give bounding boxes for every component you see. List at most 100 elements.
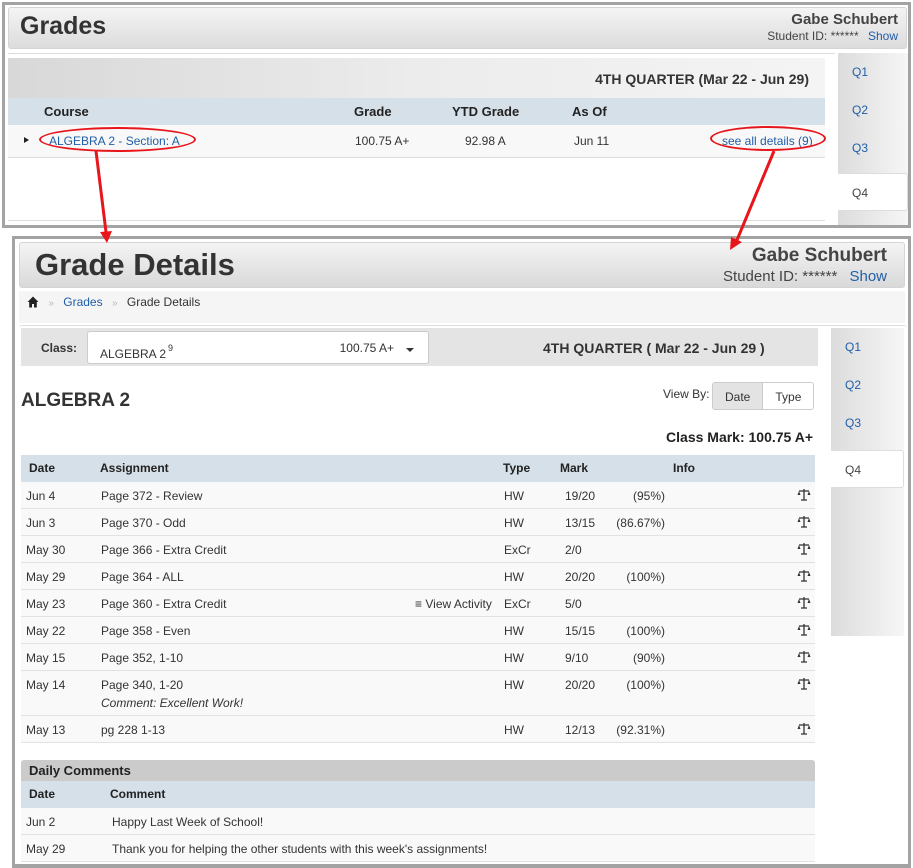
student-name: Gabe Schubert [751,245,887,266]
assignments-table-header: Date Assignment Type Mark Info [21,455,815,482]
view-by-date-button[interactable]: Date [713,383,764,409]
tab-q4[interactable]: Q4 [838,173,908,211]
scale-icon[interactable] [797,596,811,610]
student-id-label: Student ID: [723,268,799,285]
course-grade: 100.75 A+ [355,134,410,148]
tab-q3[interactable]: Q3 [831,404,904,442]
assignment-mark: 12/13 [565,723,596,737]
show-id-link[interactable]: Show [849,268,887,285]
assignment-type: HW [504,516,524,530]
assignment-mark: 20/20 [565,570,596,584]
assignment-type: HW [504,651,524,665]
table-row: May 15 Page 352, 1-10 HW 9/10 (90%) [21,644,815,671]
grades-header: Grades Gabe Schubert Student ID: ****** … [8,7,907,49]
col-date: Date [29,461,56,475]
col-grade: Grade [354,104,392,119]
quarter-title: 4TH QUARTER ( Mar 22 - Jun 29 ) [543,340,765,356]
student-info: Gabe Schubert Student ID: ****** Show [767,11,898,43]
assignment-date: May 29 [26,570,66,584]
assignment-type: HW [504,489,524,503]
class-select-grade: 100.75 A+ [339,341,394,355]
divider [8,220,825,221]
scale-icon[interactable] [797,623,811,637]
assignment-type: ExCr [504,543,531,557]
assignment-date: May 13 [26,723,66,737]
table-row: May 13 pg 228 1-13 HW 12/13 (92.31%) [21,716,815,743]
breadcrumb-current: Grade Details [126,295,201,309]
scale-icon[interactable] [797,515,811,529]
quarter-bar: 4TH QUARTER (Mar 22 - Jun 29) [8,58,825,98]
scale-icon[interactable] [797,542,811,556]
assignment-name: Page 360 - Extra Credit [101,597,227,611]
view-by-toggle: Date Type [712,382,815,410]
tab-q1[interactable]: Q1 [838,53,908,91]
col-date: Date [29,787,56,801]
tab-q2[interactable]: Q2 [831,366,904,404]
details-content: Class: ALGEBRA 29 100.75 A+ 4TH QUARTER … [19,325,907,865]
assignment-percent: (100%) [626,570,665,584]
assignment-mark: 2/0 [565,543,582,557]
daily-comments: Daily Comments Date Comment Jun 2 Happy L… [21,760,815,862]
assignment-date: Jun 3 [26,516,56,530]
expand-arrow-icon[interactable] [24,137,29,143]
assignment-name: Page 364 - ALL [101,570,184,584]
assignment-name: Page 358 - Even [101,624,191,638]
assignment-name: Page 370 - Odd [101,516,186,530]
breadcrumb-grades[interactable]: Grades [63,295,102,309]
col-assignment: Assignment [100,461,169,475]
comment-date: May 29 [26,842,66,856]
assignment-name: Page 372 - Review [101,489,203,503]
tab-q1[interactable]: Q1 [831,328,904,366]
student-id-label: Student ID: [767,29,828,43]
student-info: Gabe Schubert Student ID: ****** Show [723,245,887,285]
comment-row: Jun 2 Happy Last Week of School! [21,808,815,835]
assignment-percent: (95%) [632,489,665,503]
daily-comments-title: Daily Comments [21,760,815,781]
col-ytd-grade: YTD Grade [452,104,520,119]
assignment-name: Page 352, 1-10 [101,651,184,665]
scale-icon[interactable] [797,650,811,664]
annotation-oval [39,127,196,152]
grade-details-panel: Grade Details Gabe Schubert Student ID: … [12,236,911,868]
view-activity-link[interactable]: ≡ View Activity [415,597,492,611]
tab-q4[interactable]: Q4 [831,450,904,488]
breadcrumb-separator: » [48,298,54,309]
annotation-oval [710,126,826,151]
scale-icon[interactable] [797,488,811,502]
assignment-type: HW [504,624,524,638]
student-name: Gabe Schubert [791,11,898,28]
view-by-type-button[interactable]: Type [763,383,813,409]
assignment-mark: 15/15 [565,624,596,638]
comment-text: Thank you for helping the other students… [112,842,488,856]
list-icon: ≡ [415,597,423,611]
course-ytd-grade: 92.98 A [465,134,506,148]
course-as-of: Jun 11 [574,134,610,148]
home-icon[interactable] [27,296,39,308]
table-row: May 14 Page 340, 1-20 Comment: Excellent W… [21,671,815,716]
grades-table-header: Course Grade YTD Grade As Of [8,98,825,125]
assignment-date: May 23 [26,597,66,611]
scale-icon[interactable] [797,569,811,583]
assignment-percent: (100%) [626,678,665,692]
show-id-link[interactable]: Show [868,29,898,43]
assignment-date: May 14 [26,678,66,692]
assignment-percent: (86.67%) [616,516,665,530]
tab-q2[interactable]: Q2 [838,91,908,129]
col-type: Type [503,461,531,475]
assignment-percent: (100%) [626,624,665,638]
class-label: Class: [41,341,78,355]
tab-q3[interactable]: Q3 [838,129,908,167]
quarter-title: 4TH QUARTER (Mar 22 - Jun 29) [595,71,809,87]
scale-icon[interactable] [797,722,811,736]
assignment-name: Page 340, 1-20 [101,678,184,692]
assignment-percent: (90%) [632,651,665,665]
course-title: ALGEBRA 2 [21,390,131,411]
assignment-type: HW [504,678,524,692]
assignment-date: May 30 [26,543,66,557]
comment-text: Happy Last Week of School! [112,815,264,829]
class-select[interactable]: ALGEBRA 29 100.75 A+ [87,331,429,364]
scale-icon[interactable] [797,677,811,691]
quarter-tabs: Q1 Q2 Q3 Q4 [831,328,904,636]
breadcrumb-separator: » [111,298,118,309]
col-mark: Mark [560,461,589,475]
